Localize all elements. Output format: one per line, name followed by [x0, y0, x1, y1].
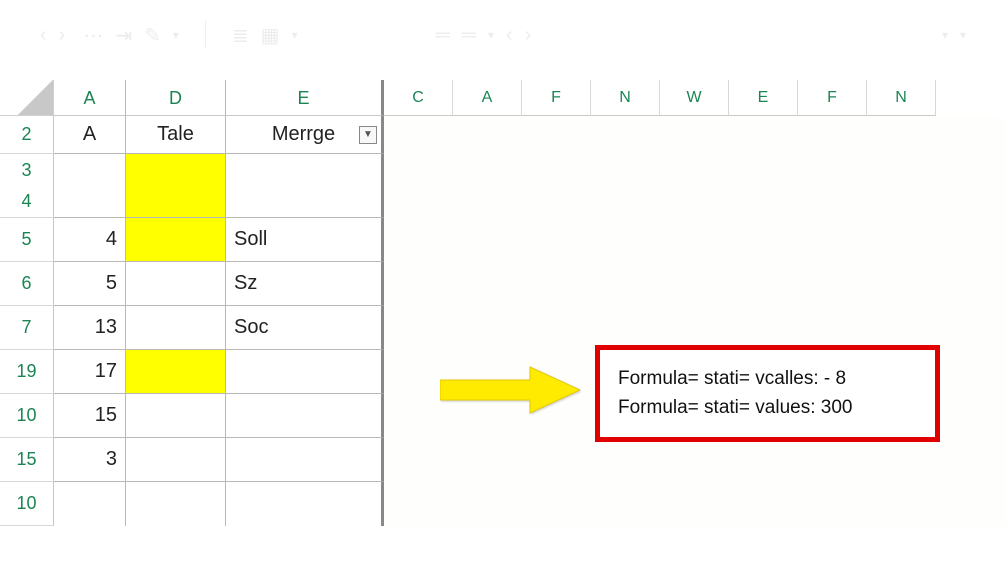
cell[interactable]: Soll — [226, 218, 384, 262]
cell[interactable] — [54, 154, 126, 186]
row-header[interactable]: 2 — [0, 116, 54, 154]
col-header[interactable]: A — [453, 80, 522, 116]
toolbar-divider — [205, 21, 206, 49]
table-row: 3 — [0, 154, 1006, 186]
formula-line-1: Formula= stati= vcalles: - 8 — [618, 364, 917, 393]
empty-area — [384, 154, 1006, 186]
col-header-A[interactable]: A — [54, 80, 126, 116]
nav-back-icon[interactable]: ‹ — [506, 24, 513, 47]
formula-line-2: Formula= stati= values: 300 — [618, 393, 917, 422]
align-icon[interactable]: ═ — [436, 24, 450, 47]
empty-area — [384, 262, 1006, 306]
column-header-row: A D E C A F N W E F N — [0, 80, 1006, 116]
empty-area — [384, 482, 1006, 526]
cell[interactable] — [126, 154, 226, 186]
empty-area — [384, 218, 1006, 262]
col-header[interactable]: N — [591, 80, 660, 116]
empty-area — [384, 438, 1006, 482]
wrap-icon[interactable]: ⇥ — [115, 23, 132, 48]
col-header[interactable]: W — [660, 80, 729, 116]
empty-area — [384, 116, 1006, 154]
row-header[interactable]: 10 — [0, 482, 54, 526]
col-header[interactable]: C — [384, 80, 453, 116]
cell[interactable] — [54, 482, 126, 526]
cell[interactable] — [226, 394, 384, 438]
cell[interactable]: 13 — [54, 306, 126, 350]
list-icon[interactable]: ≣ — [232, 23, 249, 48]
cell[interactable] — [226, 438, 384, 482]
cell-header-A[interactable]: A — [54, 116, 126, 154]
header-label: Merrge — [272, 123, 335, 146]
cell[interactable]: Soc — [226, 306, 384, 350]
cell[interactable] — [226, 154, 384, 186]
cell[interactable] — [126, 482, 226, 526]
cell[interactable]: 15 — [54, 394, 126, 438]
row-header[interactable]: 3 — [0, 154, 54, 186]
table-header-row: 2 A Tale Merrge ▼ — [0, 116, 1006, 154]
formula-annotation-box: Formula= stati= vcalles: - 8 Formula= st… — [595, 345, 940, 442]
col-header[interactable]: F — [522, 80, 591, 116]
cell-header-D[interactable]: Tale — [126, 116, 226, 154]
row-header[interactable]: 19 — [0, 350, 54, 394]
table-row: 6 5 Sz — [0, 262, 1006, 306]
cell[interactable]: Sz — [226, 262, 384, 306]
cell[interactable] — [226, 186, 384, 218]
row-header[interactable]: 5 — [0, 218, 54, 262]
row-header[interactable]: 4 — [0, 186, 54, 218]
row-header[interactable]: 6 — [0, 262, 54, 306]
cell[interactable]: 4 — [54, 218, 126, 262]
nav-forward-icon[interactable]: › — [525, 24, 532, 47]
chevron-down-icon[interactable]: ▾ — [488, 28, 494, 42]
cell[interactable]: 3 — [54, 438, 126, 482]
cell-header-E[interactable]: Merrge ▼ — [226, 116, 384, 154]
table-icon[interactable]: ▦ — [261, 23, 280, 48]
col-header-D[interactable]: D — [126, 80, 226, 116]
col-header[interactable]: F — [798, 80, 867, 116]
filter-dropdown-icon[interactable]: ▼ — [359, 126, 377, 144]
table-row: 5 4 Soll — [0, 218, 1006, 262]
cell[interactable] — [126, 186, 226, 218]
cell[interactable] — [54, 186, 126, 218]
cell[interactable] — [126, 394, 226, 438]
table-row: 15 3 — [0, 438, 1006, 482]
arrow-annotation — [440, 365, 580, 415]
row-header[interactable]: 7 — [0, 306, 54, 350]
more-icon[interactable]: ⋯ — [83, 23, 103, 48]
cell[interactable]: 17 — [54, 350, 126, 394]
toolbar: ‹ › ⋯ ⇥ ✎ ▾ ≣ ▦ ▾ ═ ═ ▾ ‹ › ▾ ▾ — [0, 0, 1006, 70]
empty-area — [384, 186, 1006, 218]
paint-icon[interactable]: ✎ — [144, 23, 161, 48]
table-row: 4 — [0, 186, 1006, 218]
spreadsheet: A D E C A F N W E F N 2 A Tale Merrge ▼ … — [0, 80, 1006, 526]
row-header[interactable]: 15 — [0, 438, 54, 482]
row-header[interactable]: 10 — [0, 394, 54, 438]
empty-area — [384, 306, 1006, 350]
col-header-E[interactable]: E — [226, 80, 384, 116]
chevron-down-icon[interactable]: ▾ — [173, 28, 179, 42]
select-all-corner[interactable] — [0, 80, 54, 116]
cell[interactable] — [126, 350, 226, 394]
cell[interactable] — [226, 482, 384, 526]
col-header[interactable]: E — [729, 80, 798, 116]
chevron-down-icon[interactable]: ▾ — [942, 28, 948, 42]
cell[interactable] — [126, 438, 226, 482]
col-header[interactable]: N — [867, 80, 936, 116]
cell[interactable] — [126, 262, 226, 306]
nav-back-icon[interactable]: ‹ — [40, 24, 47, 47]
align2-icon[interactable]: ═ — [462, 24, 476, 47]
cell[interactable] — [226, 350, 384, 394]
table-row: 10 — [0, 482, 1006, 526]
chevron-down-icon[interactable]: ▾ — [960, 28, 966, 42]
cell[interactable] — [126, 218, 226, 262]
cell[interactable] — [126, 306, 226, 350]
chevron-down-icon[interactable]: ▾ — [292, 28, 298, 42]
nav-forward-icon[interactable]: › — [59, 24, 66, 47]
cell[interactable]: 5 — [54, 262, 126, 306]
table-row: 7 13 Soc — [0, 306, 1006, 350]
